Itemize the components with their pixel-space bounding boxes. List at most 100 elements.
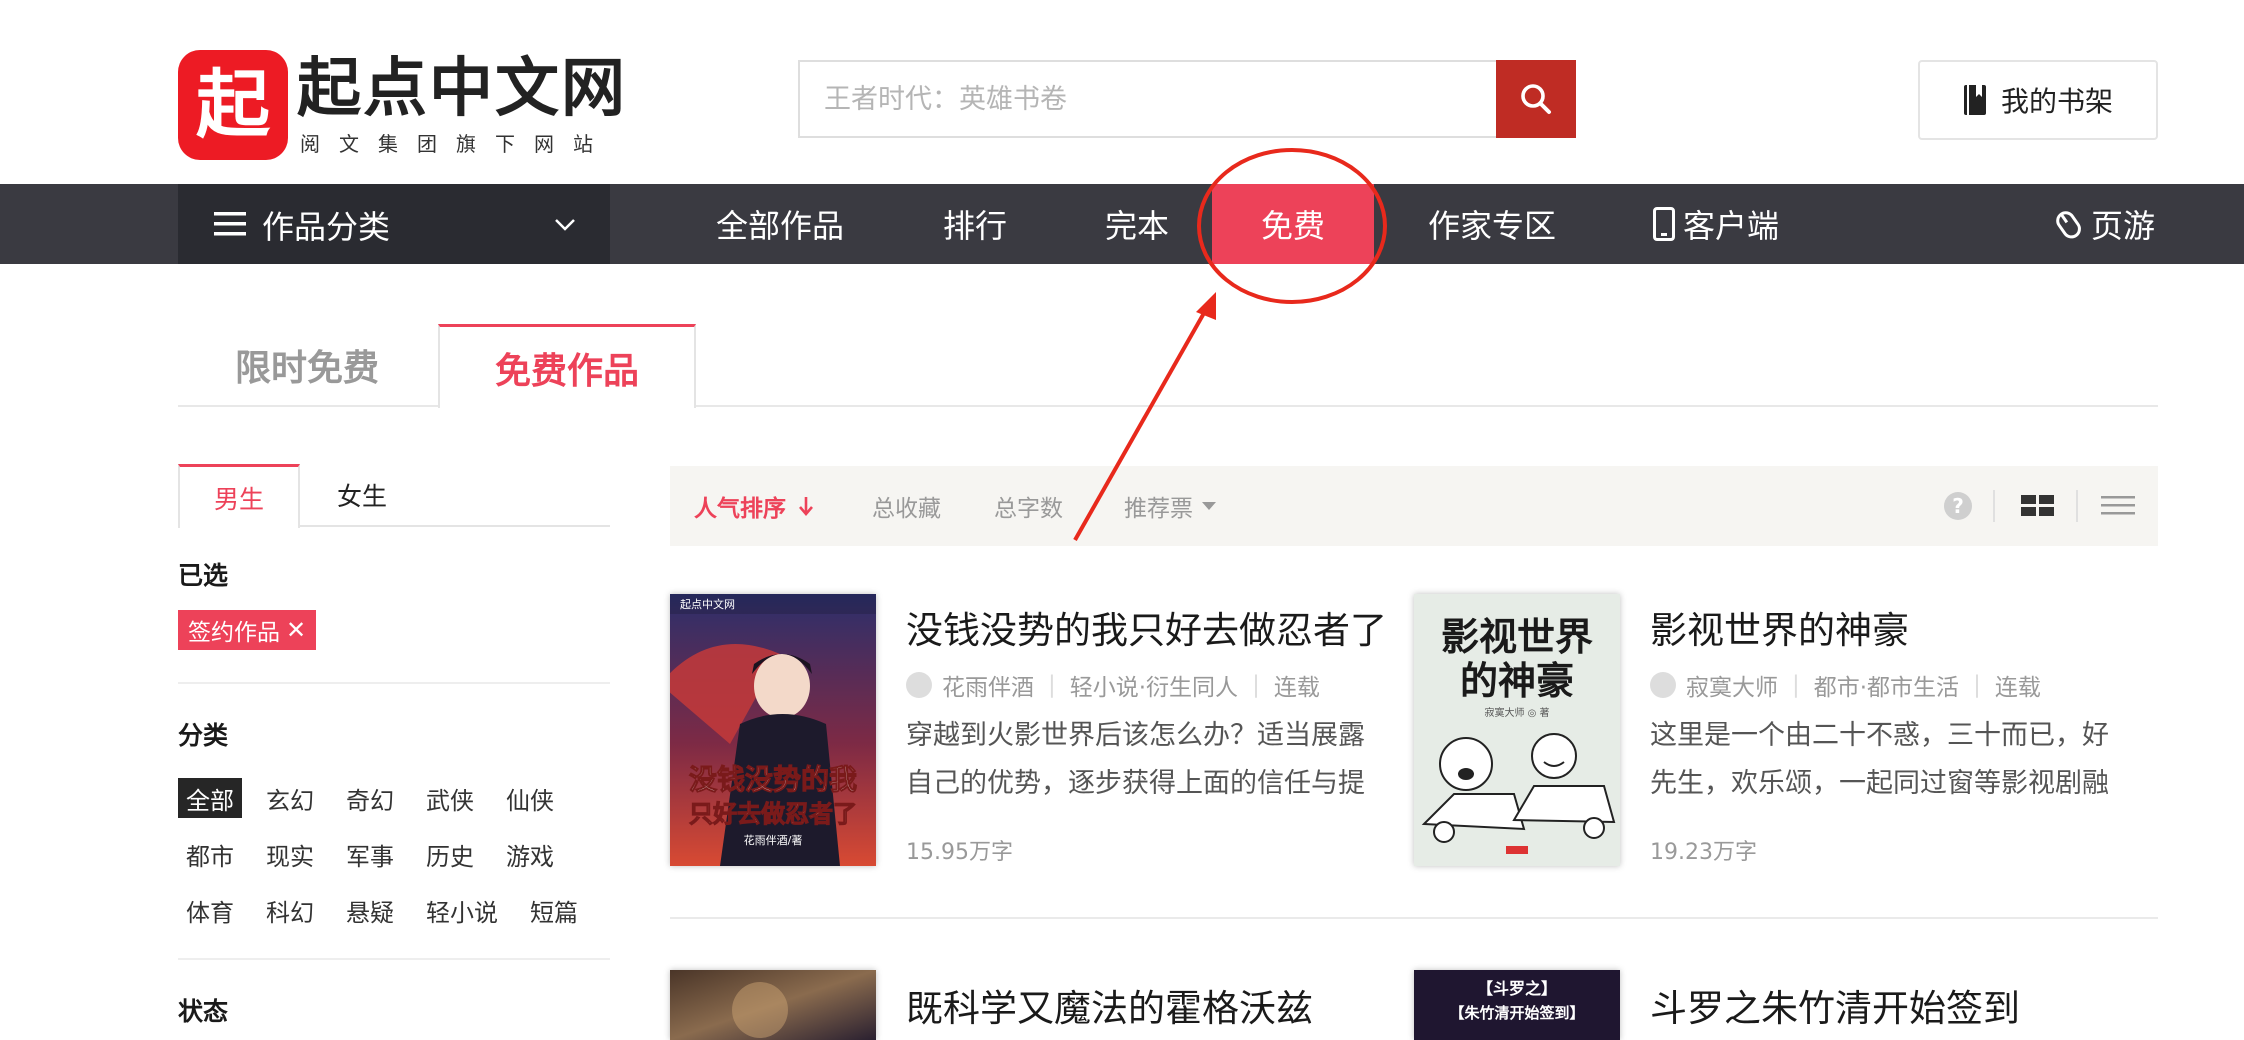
book-meta: 寂寞大师 | 都市·都市生活 | 连载 — [1650, 668, 2041, 702]
nav-client-label: 客户端 — [1682, 207, 1779, 245]
category-item[interactable]: 仙侠 — [498, 778, 562, 818]
book-status: 连载 — [1994, 675, 2041, 701]
search-button[interactable] — [1496, 60, 1576, 138]
nav-finished[interactable]: 完本 — [1082, 184, 1192, 264]
svg-text:花雨伴酒/著: 花雨伴酒/著 — [744, 833, 803, 847]
nav-webgame[interactable]: 页游 — [2050, 184, 2158, 264]
tab-male[interactable]: 男生 — [178, 464, 300, 528]
meta-separator: | — [1973, 672, 1981, 698]
arrow-down-icon — [799, 497, 813, 516]
book-category[interactable]: 都市·都市生活 — [1814, 668, 1959, 702]
svg-text:寂寞大师 ◎ 著: 寂寞大师 ◎ 著 — [1484, 706, 1549, 719]
book-cover[interactable] — [670, 970, 876, 1040]
gender-gap — [180, 525, 298, 527]
svg-text:没钱没势的我: 没钱没势的我 — [689, 763, 857, 796]
sort-recommend[interactable]: 推荐票 — [1124, 466, 1217, 546]
book-title[interactable]: 影视世界的神豪 — [1650, 600, 1909, 654]
category-item[interactable]: 奇幻 — [338, 778, 402, 818]
site-name[interactable]: 起点中文网 — [297, 50, 627, 128]
sidebar-divider — [178, 682, 610, 684]
book-title[interactable]: 没钱没势的我只好去做忍者了 — [906, 600, 1387, 654]
svg-text:的神豪: 的神豪 — [1460, 658, 1574, 703]
category-item[interactable]: 全部 — [178, 778, 242, 818]
category-item[interactable]: 现实 — [258, 834, 322, 874]
category-item[interactable]: 轻小说 — [418, 890, 506, 930]
nav-author-zone[interactable]: 作家专区 — [1412, 184, 1572, 264]
book-intro: 穿越到火影世界后该怎么办？适当展露自己的优势，逐步获得上面的信任与提 — [906, 720, 1365, 799]
book-title[interactable]: 斗罗之朱竹清开始签到 — [1650, 978, 2020, 1032]
help-icon[interactable]: ? — [1938, 486, 1978, 526]
tab-limited-free[interactable]: 限时免费 — [178, 324, 436, 406]
category-item[interactable]: 历史 — [418, 834, 482, 874]
selected-filter-chip[interactable]: 签约作品 ✕ — [178, 610, 317, 650]
category-item[interactable]: 军事 — [338, 834, 402, 874]
tab-female[interactable]: 女生 — [302, 464, 422, 526]
book-author[interactable]: 花雨伴酒 — [942, 668, 1034, 702]
svg-text:只好去做忍者了: 只好去做忍者了 — [689, 799, 857, 828]
book-intro: 这里是一个由二十不惑，三十而已，好先生，欢乐颂，一起同过窗等影视剧融 — [1650, 720, 2109, 799]
logo-mark[interactable]: 起 — [178, 50, 288, 160]
sort-popularity[interactable]: 人气排序 — [694, 466, 814, 546]
sort-popularity-label: 人气排序 — [694, 496, 786, 522]
grid-view-icon[interactable] — [2018, 486, 2058, 526]
close-icon[interactable]: ✕ — [286, 616, 306, 644]
book-cover[interactable]: 影视世界 的神豪 寂寞大师 ◎ 著 — [1414, 594, 1620, 866]
search-icon — [1521, 84, 1551, 114]
menu-icon — [214, 212, 246, 236]
category-item[interactable]: 都市 — [178, 834, 242, 874]
book-cover-art: 【斗罗之】 【朱竹清开始签到】 — [1414, 970, 1620, 1040]
category-item[interactable]: 玄幻 — [258, 778, 322, 818]
book-cover[interactable]: 起点中文网 没钱没势的我 只好去做忍者了 花雨伴酒/著 — [670, 594, 876, 866]
nav-all-works[interactable]: 全部作品 — [700, 184, 860, 264]
category-item[interactable]: 科幻 — [258, 890, 322, 930]
book-cover-art — [670, 970, 876, 1040]
category-item[interactable]: 悬疑 — [338, 890, 402, 930]
sidebar-divider — [178, 958, 610, 960]
sort-recommend-label: 推荐票 — [1124, 496, 1193, 522]
category-item[interactable]: 体育 — [178, 890, 242, 930]
category-heading: 分类 — [178, 721, 229, 750]
book-icon — [1963, 85, 1986, 115]
view-separator — [2076, 490, 2078, 522]
nav-free[interactable]: 免费 — [1212, 184, 1374, 264]
status-heading: 状态 — [178, 997, 229, 1026]
svg-text:起点中文网: 起点中文网 — [680, 597, 735, 611]
sort-word-count[interactable]: 总字数 — [994, 466, 1063, 546]
book-cover-art: 起点中文网 没钱没势的我 只好去做忍者了 花雨伴酒/著 — [670, 594, 876, 866]
category-menu[interactable]: 作品分类 — [178, 184, 610, 264]
book-status: 连载 — [1273, 675, 1320, 701]
view-separator — [1993, 490, 1995, 522]
book-author[interactable]: 寂寞大师 — [1686, 668, 1778, 702]
meta-separator: | — [1048, 672, 1056, 698]
caret-down-icon — [1202, 502, 1216, 510]
chevron-down-icon — [555, 219, 575, 231]
tab-free-works[interactable]: 免费作品 — [438, 324, 696, 408]
svg-text:?: ? — [1952, 494, 1964, 518]
category-menu-label: 作品分类 — [262, 208, 391, 246]
book-category[interactable]: 轻小说·衍生同人 — [1070, 668, 1238, 702]
book-cover[interactable]: 【斗罗之】 【朱竹清开始签到】 — [1414, 970, 1620, 1040]
nav-webgame-label: 页游 — [2090, 207, 2155, 245]
annotation-arrowhead — [1196, 292, 1216, 320]
search-input[interactable] — [798, 60, 1498, 138]
nav-rank[interactable]: 排行 — [920, 184, 1030, 264]
book-word-count: 19.23万字 — [1650, 840, 1757, 865]
bookshelf-button[interactable]: 我的书架 — [1918, 60, 2158, 140]
book-meta: 花雨伴酒 | 轻小说·衍生同人 | 连载 — [906, 668, 1320, 702]
selected-heading: 已选 — [178, 561, 229, 590]
svg-text:影视世界: 影视世界 — [1441, 614, 1593, 659]
sort-favorites[interactable]: 总收藏 — [872, 466, 941, 546]
category-item[interactable]: 短篇 — [522, 890, 586, 930]
svg-text:【斗罗之】: 【斗罗之】 — [1477, 979, 1557, 998]
tab-gap — [440, 405, 694, 407]
nav-client[interactable]: 客户端 — [1646, 184, 1786, 264]
svg-text:【朱竹清开始签到】: 【朱竹清开始签到】 — [1449, 1004, 1584, 1022]
author-avatar — [1650, 672, 1676, 698]
mouse-icon — [2056, 211, 2081, 239]
category-item[interactable]: 武侠 — [418, 778, 482, 818]
logo-char: 起 — [196, 62, 270, 148]
list-view-icon[interactable] — [2098, 486, 2138, 526]
book-title[interactable]: 既科学又魔法的霍格沃兹 — [906, 978, 1313, 1032]
category-item[interactable]: 游戏 — [498, 834, 562, 874]
row-divider — [670, 917, 2158, 919]
